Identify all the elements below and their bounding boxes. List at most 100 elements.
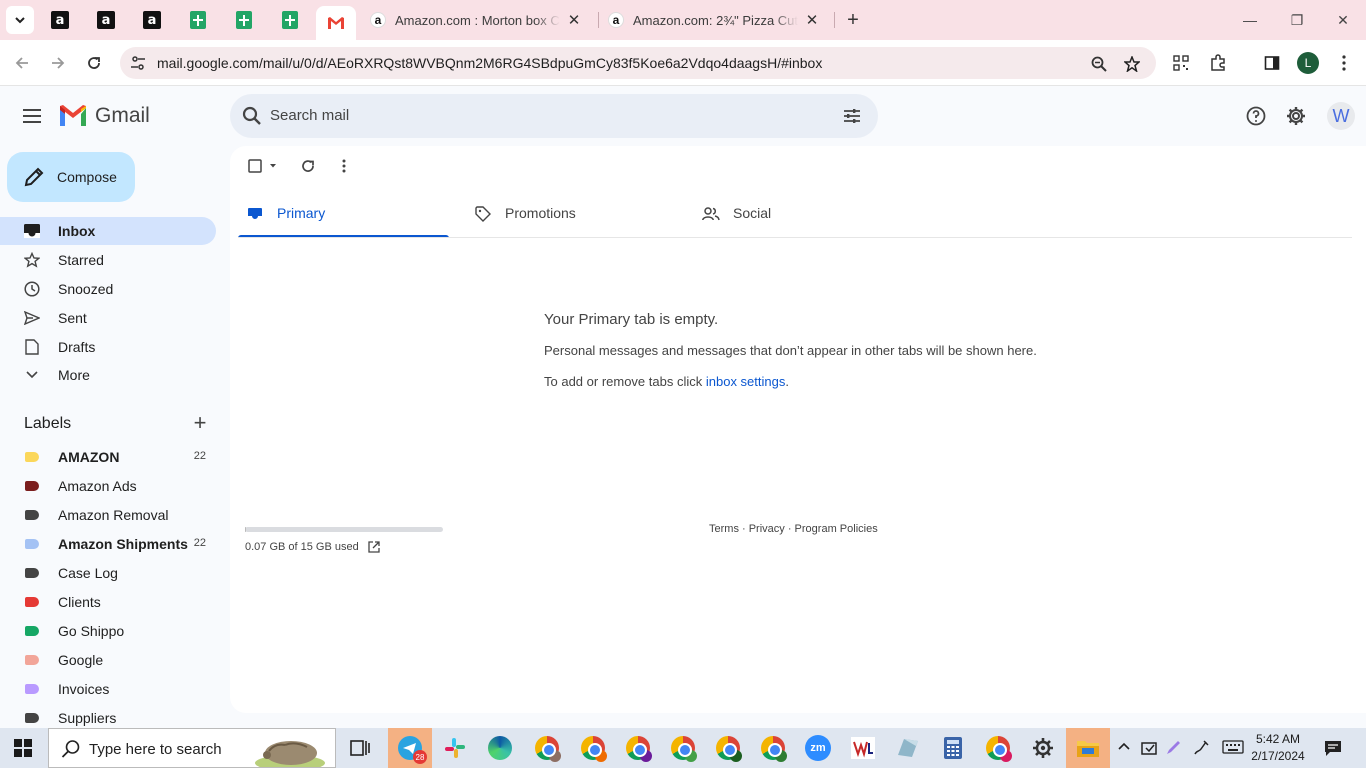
sidebar-label-invoices[interactable]: Invoices [0,675,216,703]
sidebar-item-drafts[interactable]: Drafts [0,333,216,361]
inbox-settings-link[interactable]: inbox settings [706,374,786,389]
main-menu-button[interactable] [20,104,44,128]
close-icon[interactable]: ✕ [566,11,582,29]
restore-button[interactable]: ❐ [1285,8,1309,32]
pinned-tab-amazon-3[interactable]: a [140,8,164,32]
settings-app-icon[interactable] [1029,734,1057,762]
windows-start-icon[interactable] [14,739,32,757]
tab-social[interactable]: Social [694,194,905,238]
telegram-icon: 28 [398,736,427,764]
footer-links[interactable]: Terms · Privacy · Program Policies [709,523,878,535]
pen-menu-icon[interactable] [1165,740,1181,759]
sidebar-label-name: Invoices [58,681,110,697]
help-icon[interactable] [1244,104,1268,128]
sidebar-label-google[interactable]: Google [0,646,216,674]
sidebar-label-amazon-removal[interactable]: Amazon Removal [0,501,216,529]
tab-amazon-pizza-cutter[interactable]: a Amazon.com: 2¾" Pizza Cutter ✕ [608,6,820,34]
taskbar-search-input[interactable]: Type here to search [89,741,222,758]
sidebar-label-amazon[interactable]: AMAZON 22 [0,443,216,471]
minimize-button[interactable]: — [1238,8,1262,32]
taskbar-clock[interactable]: 5:42 AM 2/17/2024 [1248,731,1308,765]
chrome-icon [761,736,787,762]
calculator-app-icon[interactable] [939,734,967,762]
tab-search-button[interactable] [6,6,34,34]
file-explorer-app-icon[interactable] [1066,728,1110,768]
notifications-icon[interactable] [1324,739,1342,760]
pinned-tab-sheets-2[interactable] [232,8,256,32]
pinned-tab-sheets-1[interactable] [186,8,210,32]
back-button[interactable] [10,51,34,75]
reload-button[interactable] [82,51,106,75]
edge-app-icon[interactable] [486,734,514,762]
select-checkbox[interactable] [246,158,280,174]
sidebar-label-amazon-shipments[interactable]: Amazon Shipments 22 [0,530,216,558]
sidebar-label-go-shippo[interactable]: Go Shippo [0,617,216,645]
notes-app-icon[interactable] [894,734,922,762]
refresh-icon[interactable] [300,158,316,174]
wave-app-icon[interactable] [849,734,877,762]
show-hidden-icons[interactable] [1117,740,1131,754]
pinned-tab-sheets-3[interactable] [278,8,302,32]
sidebar-label-clients[interactable]: Clients [0,588,216,616]
taskbar-search[interactable]: Type here to search [48,728,336,768]
chrome-app-icon[interactable] [579,734,607,762]
more-vert-icon[interactable] [340,158,348,174]
search-input[interactable]: Search mail [270,107,349,124]
profile-badge [595,750,607,762]
sidebar-label-name: Case Log [58,565,118,581]
chrome-app-icon[interactable] [669,734,697,762]
bookmark-star-icon[interactable] [1123,55,1141,73]
search-icon[interactable] [242,106,262,126]
slack-app-icon[interactable] [441,734,469,762]
pinned-tab-amazon-1[interactable]: a [48,8,72,32]
sidebar-item-inbox[interactable]: Inbox [0,217,216,245]
gmail-logo-icon[interactable] [58,104,88,128]
chrome-app-icon[interactable] [714,734,742,762]
new-tab-button[interactable]: + [842,9,864,31]
more-vert-icon[interactable] [1333,52,1355,74]
zoom-app-icon[interactable]: zm [804,734,832,762]
chrome-app-icon[interactable] [984,734,1012,762]
site-info-icon[interactable] [130,55,146,71]
ink-workspace-icon[interactable] [1193,740,1209,759]
sidebar-item-more[interactable]: More [0,361,216,389]
sidebar-item-sent[interactable]: Sent [0,304,216,332]
forward-button[interactable] [46,51,70,75]
close-window-button[interactable]: ✕ [1331,8,1355,32]
sidebar-item-snoozed[interactable]: Snoozed [0,275,216,303]
chrome-app-icon[interactable] [533,734,561,762]
hint-suffix: . [785,374,789,389]
telegram-app-icon[interactable]: 28 [388,728,432,768]
profile-badge [685,750,697,762]
add-label-button[interactable]: + [190,412,210,434]
meet-now-icon[interactable] [1141,740,1159,759]
keyboard-icon[interactable] [1222,740,1244,757]
tab-primary[interactable]: Primary [238,194,449,238]
settings-gear-icon[interactable] [1284,104,1308,128]
chrome-app-icon[interactable] [759,734,787,762]
zoom-icon[interactable] [1090,55,1108,73]
sidebar-label-amazon-ads[interactable]: Amazon Ads [0,472,216,500]
pinned-tab-amazon-2[interactable]: a [94,8,118,32]
tab-promotions[interactable]: Promotions [466,194,677,238]
chrome-app-icon[interactable] [624,734,652,762]
sidebar-item-starred[interactable]: Starred [0,246,216,274]
tab-amazon-morton[interactable]: a Amazon.com : Morton box Can ✕ [370,6,582,34]
compose-button[interactable]: Compose [7,152,135,202]
task-view-icon[interactable] [346,734,374,762]
close-icon[interactable]: ✕ [804,11,820,29]
qr-icon[interactable] [1170,52,1192,74]
address-bar[interactable]: mail.google.com/mail/u/0/d/AEoRXRQst8WVB… [120,47,1156,79]
app-name[interactable]: Gmail [95,104,150,128]
search-options-icon[interactable] [842,106,862,126]
tab-gmail-active[interactable] [316,6,356,40]
open-external-icon[interactable] [368,541,380,553]
empty-state-title: Your Primary tab is empty. [544,311,719,328]
account-avatar[interactable]: W [1327,102,1355,130]
sidebar-label-case-log[interactable]: Case Log [0,559,216,587]
search-bar[interactable]: Search mail [230,94,878,138]
side-panel-icon[interactable] [1261,52,1283,74]
browser-profile-avatar[interactable]: L [1297,52,1319,74]
star-icon [22,250,42,270]
extensions-icon[interactable] [1207,52,1229,74]
